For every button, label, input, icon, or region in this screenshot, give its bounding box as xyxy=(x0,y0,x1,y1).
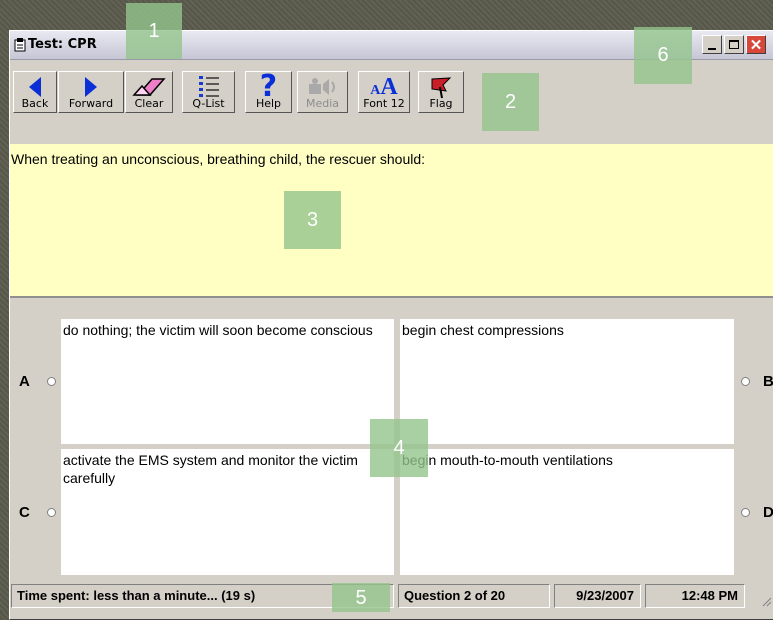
app-window: Test: CPR ✕ Back Forward Clear Q-List ? xyxy=(9,30,773,620)
maximize-button[interactable] xyxy=(724,35,744,54)
callout-4: 4 xyxy=(370,419,428,477)
callout-3: 3 xyxy=(284,191,341,249)
flag-button[interactable]: Flag xyxy=(418,71,464,113)
clock-panel: 12:48 PM xyxy=(645,584,745,608)
window-title: Test: CPR xyxy=(28,37,97,52)
answer-letter-d: D xyxy=(763,504,773,521)
test-app-icon xyxy=(14,38,26,52)
answer-option-c[interactable]: activate the EMS system and monitor the … xyxy=(61,449,394,575)
callout-2: 2 xyxy=(482,73,539,131)
question-text: When treating an unconscious, breathing … xyxy=(11,151,426,167)
answer-text-b: begin chest compressions xyxy=(402,322,564,338)
maximize-icon xyxy=(729,40,739,49)
flag-icon xyxy=(431,77,452,99)
close-icon: ✕ xyxy=(749,36,763,54)
question-progress-panel: Question 2 of 20 xyxy=(398,584,550,608)
forward-button[interactable]: Forward xyxy=(58,71,124,113)
question-panel: When treating an unconscious, breathing … xyxy=(10,144,773,298)
answer-option-b[interactable]: begin chest compressions xyxy=(400,319,734,444)
resize-grip-icon[interactable] xyxy=(762,597,772,607)
answer-letter-c: C xyxy=(19,504,30,521)
answer-text-c: activate the EMS system and monitor the … xyxy=(63,452,358,486)
answer-radio-a[interactable] xyxy=(47,377,56,386)
clock-text: 12:48 PM xyxy=(681,588,738,603)
date-text: 9/23/2007 xyxy=(576,588,634,603)
question-progress-text: Question 2 of 20 xyxy=(404,588,506,603)
answer-radio-c[interactable] xyxy=(47,508,56,517)
eraser-icon xyxy=(132,78,166,96)
answer-option-d[interactable]: begin mouth-to-mouth ventilations xyxy=(400,449,734,575)
time-spent-text: Time spent: less than a minute... (19 s) xyxy=(17,588,256,603)
help-button[interactable]: ? Help xyxy=(245,71,292,113)
answer-letter-a: A xyxy=(19,373,30,390)
minimize-button[interactable] xyxy=(702,35,722,54)
back-arrow-icon xyxy=(29,77,41,97)
answer-radio-d[interactable] xyxy=(741,508,750,517)
answer-text-a: do nothing; the victim will soon become … xyxy=(63,322,373,338)
forward-arrow-icon xyxy=(85,77,97,97)
answer-radio-b[interactable] xyxy=(741,377,750,386)
answer-text-d: begin mouth-to-mouth ventilations xyxy=(402,452,613,468)
close-button[interactable]: ✕ xyxy=(746,35,766,54)
q-list-button[interactable]: Q-List xyxy=(182,71,235,113)
media-speaker-icon xyxy=(308,78,335,95)
callout-6: 6 xyxy=(634,27,692,84)
answer-option-a[interactable]: do nothing; the victim will soon become … xyxy=(61,319,394,444)
back-button[interactable]: Back xyxy=(13,71,57,113)
callout-1: 1 xyxy=(126,3,182,59)
callout-5: 5 xyxy=(332,583,390,612)
answer-letter-b: B xyxy=(763,373,773,390)
date-panel: 9/23/2007 xyxy=(554,584,641,608)
media-button[interactable]: Media xyxy=(297,71,348,113)
clear-button[interactable]: Clear xyxy=(125,71,173,113)
status-bar: Time spent: less than a minute... (19 s)… xyxy=(10,581,773,611)
minimize-icon xyxy=(708,47,716,50)
font-size-button[interactable]: AA Font 12 xyxy=(358,71,410,113)
